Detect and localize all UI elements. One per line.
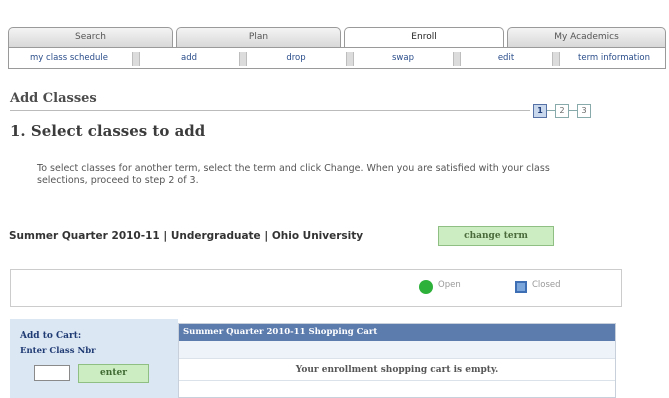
subtab-edit-label: edit: [497, 53, 515, 63]
tab-search[interactable]: Search: [8, 27, 173, 47]
tab-enroll-label: Enroll: [411, 32, 437, 42]
sub-tabs: my class schedule add drop swap edit ter…: [8, 47, 666, 69]
subtab-my-class-schedule[interactable]: my class schedule: [11, 51, 127, 66]
class-number-input[interactable]: [34, 365, 70, 381]
subtab-swap[interactable]: swap: [358, 51, 448, 66]
add-to-cart-panel: Add to Cart: Enter Class Nbr enter: [10, 319, 178, 398]
subtab-add[interactable]: add: [144, 51, 234, 66]
subtab-divider: [346, 52, 354, 66]
page-title: Add Classes: [10, 91, 97, 106]
step-connector: [547, 110, 555, 111]
step-connector: [569, 110, 577, 111]
tab-plan-label: Plan: [248, 32, 269, 42]
shopping-cart: Summer Quarter 2010-11 Shopping Cart You…: [178, 323, 616, 398]
subtab-divider: [239, 52, 247, 66]
subtab-edit[interactable]: edit: [465, 51, 547, 66]
subtab-swap-label: swap: [392, 53, 414, 63]
step-heading: 1. Select classes to add: [10, 122, 206, 140]
subtab-divider: [132, 52, 140, 66]
status-legend: Open Closed: [10, 269, 622, 307]
step-2: 2: [555, 104, 569, 118]
closed-status-label: Closed: [532, 280, 561, 290]
subtab-divider: [552, 52, 560, 66]
subtab-drop[interactable]: drop: [251, 51, 341, 66]
step-3: 3: [577, 104, 591, 118]
subtab-add-label: add: [181, 53, 197, 63]
tab-enroll[interactable]: Enroll: [344, 27, 504, 48]
shopping-cart-row: [179, 341, 615, 358]
tab-my-academics[interactable]: My Academics: [507, 27, 666, 47]
main-tabs: Search Plan Enroll My Academics: [8, 27, 666, 48]
change-term-button[interactable]: change term: [438, 226, 554, 246]
subtab-my-class-schedule-label: my class schedule: [30, 53, 108, 63]
shopping-cart-header: Summer Quarter 2010-11 Shopping Cart: [179, 324, 615, 341]
tab-plan[interactable]: Plan: [176, 27, 341, 47]
title-divider: [10, 110, 530, 111]
subtab-term-information[interactable]: term information: [564, 51, 664, 66]
step-1: 1: [533, 104, 547, 118]
add-to-cart-title: Add to Cart:: [20, 331, 82, 341]
class-number-label: Enter Class Nbr: [20, 346, 96, 356]
closed-status-icon: [515, 281, 527, 293]
subtab-divider: [453, 52, 461, 66]
tab-search-label: Search: [75, 32, 106, 42]
enter-button[interactable]: enter: [78, 364, 149, 383]
subtab-term-information-label: term information: [578, 53, 650, 63]
shopping-cart-empty-message: Your enrollment shopping cart is empty.: [179, 358, 615, 380]
shopping-cart-row: [179, 380, 615, 398]
open-status-label: Open: [438, 280, 461, 290]
term-line: Summer Quarter 2010-11 | Undergraduate |…: [9, 230, 364, 242]
tab-my-academics-label: My Academics: [554, 32, 619, 42]
subtab-drop-label: drop: [286, 53, 306, 63]
open-status-icon: [419, 280, 433, 294]
instructions-text: To select classes for another term, sele…: [37, 163, 550, 186]
